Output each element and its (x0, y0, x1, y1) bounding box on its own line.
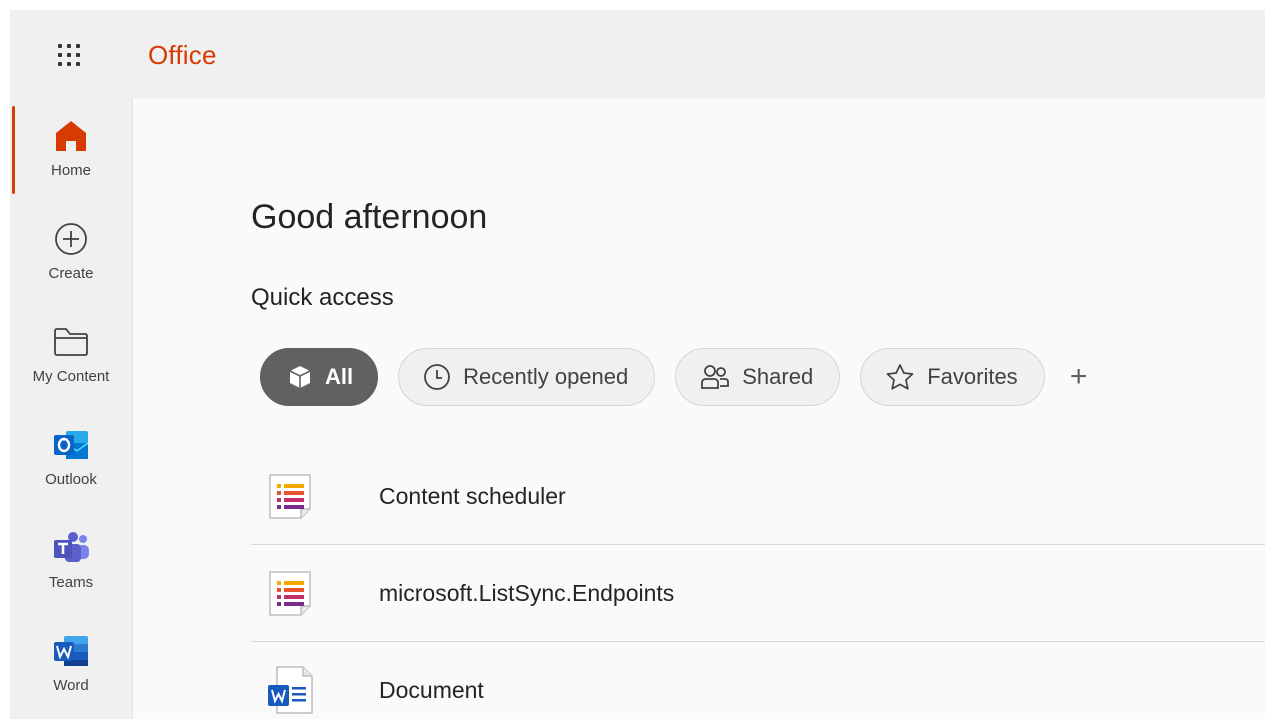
teams-icon (51, 528, 91, 568)
filter-label: Favorites (927, 364, 1018, 389)
sidebar-item-outlook[interactable]: Outlook (10, 415, 132, 505)
sidebar: Home Create My Content Outlook Teams Wor… (10, 106, 132, 719)
lists-file-icon (263, 566, 317, 620)
sidebar-item-label: My Content (32, 368, 110, 385)
file-name: Document (379, 677, 484, 703)
cube-icon (289, 366, 311, 388)
lists-file-icon (263, 469, 317, 523)
filter-favorites-chip[interactable]: Favorites (860, 348, 1045, 406)
sidebar-item-teams[interactable]: Teams (10, 518, 132, 608)
home-icon (51, 116, 91, 156)
office-brand-link[interactable]: Office (148, 40, 217, 71)
filter-label: All (325, 364, 354, 389)
sidebar-item-label: Home (50, 162, 91, 179)
sidebar-item-home[interactable]: Home (10, 106, 132, 196)
quick-access-heading: Quick access (251, 284, 394, 311)
file-row-listsync-endpoints[interactable]: microsoft.ListSync.Endpoints (251, 545, 1265, 642)
filter-recently-opened-chip[interactable]: Recently opened (398, 348, 656, 406)
main-content: Good afternoon Quick access All Recently… (133, 98, 1265, 719)
top-bar: Office (10, 10, 1265, 98)
greeting-heading: Good afternoon (251, 198, 488, 236)
outlook-icon (51, 425, 91, 465)
sidebar-item-label: Word (53, 677, 89, 694)
sidebar-item-label: Create (48, 265, 94, 282)
file-row-document[interactable]: Document (251, 642, 1265, 719)
add-filter-button[interactable]: + (1061, 359, 1097, 395)
sidebar-item-my-content[interactable]: My Content (10, 312, 132, 402)
filter-label: Shared (742, 364, 814, 389)
filter-all-chip[interactable]: All (260, 348, 379, 406)
app-launcher-icon[interactable] (52, 38, 86, 72)
file-name: Content scheduler (379, 482, 566, 509)
filter-label: Recently opened (463, 364, 629, 389)
sidebar-item-label: Outlook (45, 471, 97, 488)
file-list: Content scheduler microsoft.ListSync.End… (251, 448, 1265, 719)
quick-access-filters: All Recently opened Shared Favorites + (260, 348, 1097, 406)
star-icon (886, 364, 914, 390)
plus-circle-icon (51, 219, 91, 259)
filter-shared-chip[interactable]: Shared (675, 348, 841, 406)
word-icon (51, 631, 91, 671)
sidebar-item-word[interactable]: Word (10, 621, 132, 711)
sidebar-item-create[interactable]: Create (10, 209, 132, 299)
sidebar-item-label: Teams (48, 574, 94, 591)
file-name: microsoft.ListSync.Endpoints (379, 579, 675, 606)
folder-icon (51, 322, 91, 362)
office-window: Office Home Create My Content Outlook Te… (10, 10, 1265, 719)
people-icon (701, 365, 730, 389)
file-row-content-scheduler[interactable]: Content scheduler (251, 448, 1265, 545)
word-file-icon (263, 664, 317, 718)
clock-icon (424, 364, 451, 390)
